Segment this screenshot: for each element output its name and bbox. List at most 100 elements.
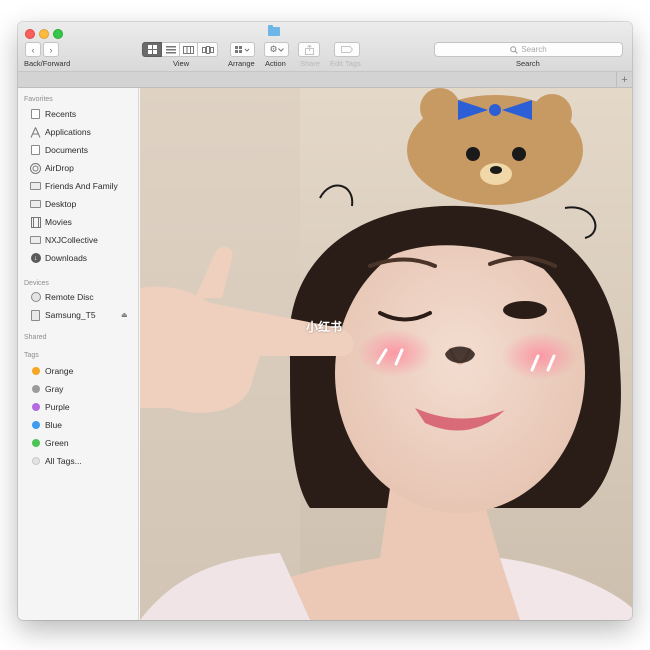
icon-view-icon	[147, 45, 157, 54]
list-view-button[interactable]	[162, 42, 180, 57]
chevron-left-icon: ‹	[31, 44, 35, 55]
sidebar-item-label: Green	[45, 438, 69, 448]
sidebar-tag-all-tags[interactable]: All Tags...	[30, 454, 82, 468]
folder-icon	[30, 235, 41, 246]
sidebar-item-applications[interactable]: Applications	[30, 125, 91, 139]
view-mode-control	[142, 42, 218, 57]
close-button[interactable]	[25, 29, 35, 39]
search-placeholder: Search	[521, 45, 547, 54]
sidebar-item-friends-and-family[interactable]: Friends And Family	[30, 179, 118, 193]
sidebar-item-movies[interactable]: Movies	[30, 215, 72, 229]
sidebar-item-label: Movies	[45, 217, 72, 227]
search-label: Search	[516, 59, 540, 68]
all-tags-dot	[31, 457, 40, 465]
new-tab-button[interactable]: +	[616, 72, 632, 87]
sidebar-item-label: All Tags...	[45, 456, 82, 466]
list-view-icon	[165, 45, 176, 53]
sidebar-item-airdrop[interactable]: AirDrop	[30, 161, 74, 175]
eject-icon[interactable]: ⏏	[121, 311, 128, 319]
sidebar-item-nxjcollective[interactable]: NXJCollective	[30, 233, 98, 247]
forward-button[interactable]: ›	[43, 42, 59, 57]
zoom-button[interactable]	[53, 29, 63, 39]
photo-preview: 小红书	[140, 88, 632, 620]
applications-icon	[30, 126, 41, 138]
sidebar-item-label: Applications	[45, 127, 91, 137]
folder-title-icon	[268, 25, 280, 36]
arrange-icon	[234, 45, 249, 53]
view-label: View	[173, 59, 190, 68]
sidebar-item-label: Blue	[45, 420, 63, 430]
share-icon	[304, 44, 314, 55]
sidebar-item-documents[interactable]: Documents	[30, 143, 88, 157]
sidebar-item-label: Gray	[45, 384, 64, 394]
back-button[interactable]: ‹	[25, 42, 41, 57]
blue-tag-dot	[31, 421, 40, 429]
favorites-heading: Favorites	[24, 96, 53, 103]
search-field[interactable]: Search	[434, 42, 623, 57]
documents-icon	[30, 145, 41, 156]
sidebar-tag-orange[interactable]: Orange	[30, 364, 73, 378]
green-tag-dot	[31, 439, 40, 447]
plus-icon: +	[621, 73, 628, 86]
column-view-icon	[183, 45, 194, 54]
downloads-icon: ↓	[30, 253, 41, 264]
sidebar-item-label: AirDrop	[45, 163, 74, 173]
sidebar-tag-blue[interactable]: Blue	[30, 418, 62, 432]
drive-icon	[30, 309, 41, 321]
tag-icon	[341, 46, 353, 53]
gear-icon: ⚙	[269, 44, 278, 54]
action-label: Action	[265, 59, 286, 68]
sidebar-item-label: Downloads	[45, 253, 88, 263]
icon-view-button[interactable]	[142, 42, 162, 57]
sidebar-item-samsung-t5[interactable]: Samsung_T5	[30, 308, 96, 322]
arrange-button[interactable]	[230, 42, 255, 57]
action-button[interactable]: ⚙	[264, 42, 289, 57]
share-label: Share	[300, 59, 321, 68]
search-icon	[510, 45, 519, 54]
chevron-right-icon: ›	[49, 44, 53, 55]
movies-icon	[30, 216, 41, 228]
finder-window: ‹ › Back/Forward View Arrange ⚙ Action S…	[18, 22, 632, 620]
sidebar-item-label: Orange	[45, 366, 74, 376]
airdrop-icon	[30, 162, 41, 174]
sidebar-item-downloads[interactable]: ↓ Downloads	[30, 251, 87, 265]
sidebar-item-label: Documents	[45, 145, 88, 155]
sidebar-tag-purple[interactable]: Purple	[30, 400, 70, 414]
sidebar-tag-green[interactable]: Green	[30, 436, 69, 450]
devices-heading: Devices	[24, 280, 49, 287]
cover-flow-icon	[201, 45, 214, 54]
edit-tags-label: Edit Tags	[330, 59, 361, 68]
sidebar-item-label: Recents	[45, 109, 77, 119]
desktop-icon	[30, 199, 41, 210]
cover-flow-view-button[interactable]	[198, 42, 218, 57]
share-button[interactable]	[298, 42, 320, 57]
toolbar: ‹ › Back/Forward View Arrange ⚙ Action S…	[18, 22, 632, 72]
folder-icon	[30, 181, 41, 192]
sidebar-item-label: Samsung_T5	[45, 310, 96, 320]
orange-tag-dot	[31, 367, 40, 375]
sidebar-item-remote-disc[interactable]: Remote Disc	[30, 290, 94, 304]
recents-icon	[30, 109, 41, 120]
tags-heading: Tags	[24, 352, 39, 359]
gray-tag-dot	[31, 385, 40, 393]
watermark-text: 小红书	[306, 320, 343, 334]
purple-tag-dot	[31, 403, 40, 411]
sidebar-item-recents[interactable]: Recents	[30, 107, 76, 121]
disc-icon	[30, 292, 41, 303]
minimize-button[interactable]	[39, 29, 49, 39]
sidebar-item-label: Purple	[45, 402, 70, 412]
portrait-photo	[140, 88, 632, 620]
edit-tags-button[interactable]	[334, 42, 360, 57]
sidebar-item-label: Remote Disc	[45, 292, 94, 302]
sidebar-item-desktop[interactable]: Desktop	[30, 197, 76, 211]
back-forward-label: Back/Forward	[24, 59, 71, 68]
sidebar-tag-gray[interactable]: Gray	[30, 382, 63, 396]
tab-bar: +	[18, 72, 632, 88]
chevron-down-icon	[277, 47, 284, 52]
column-view-button[interactable]	[180, 42, 198, 57]
sidebar-item-label: NXJCollective	[45, 235, 98, 245]
sidebar: Favorites Recents Applications Documents…	[18, 88, 139, 620]
sidebar-item-label: Friends And Family	[45, 181, 118, 191]
shared-heading: Shared	[24, 334, 47, 341]
arrange-label: Arrange	[228, 59, 255, 68]
